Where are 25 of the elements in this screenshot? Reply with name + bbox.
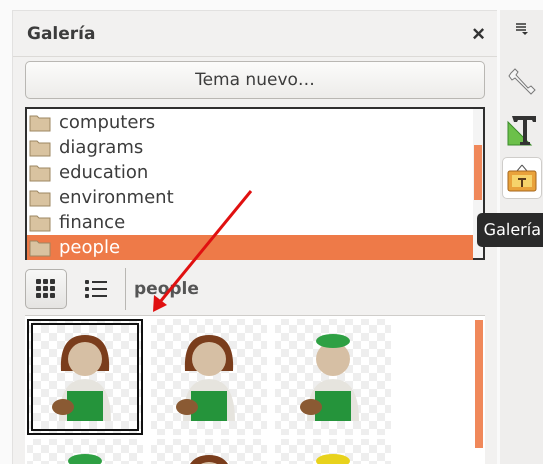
- framed-picture-icon: [506, 164, 536, 192]
- close-button[interactable]: ×: [470, 22, 487, 44]
- scrollbar[interactable]: [475, 320, 483, 448]
- view-mode-button[interactable]: [25, 269, 67, 309]
- gallery-item[interactable]: [27, 319, 143, 435]
- folder-icon: [29, 213, 51, 232]
- theme-list-item[interactable]: diagrams: [27, 135, 473, 160]
- theme-list-item[interactable]: education: [27, 160, 473, 185]
- folder-icon: [29, 163, 51, 182]
- menu-icon: [514, 22, 528, 36]
- tooltip: Galería: [476, 213, 543, 247]
- theme-list-item[interactable]: environment: [27, 185, 473, 210]
- folder-icon: [29, 188, 51, 207]
- panel-title: Galería: [27, 24, 96, 44]
- theme-list-item[interactable]: finance: [27, 210, 473, 235]
- list-icon: [85, 279, 107, 299]
- folder-icon: [29, 113, 51, 132]
- grid-icon: [36, 279, 56, 299]
- folder-icon: [29, 138, 51, 157]
- new-theme-button[interactable]: Tema nuevo…: [25, 61, 485, 99]
- text-ruler-icon: [506, 114, 538, 146]
- folder-icon: [29, 238, 51, 257]
- wrench-icon: [506, 67, 536, 97]
- theme-list-item[interactable]: computers: [27, 110, 473, 135]
- sidebar-tab[interactable]: [502, 157, 542, 199]
